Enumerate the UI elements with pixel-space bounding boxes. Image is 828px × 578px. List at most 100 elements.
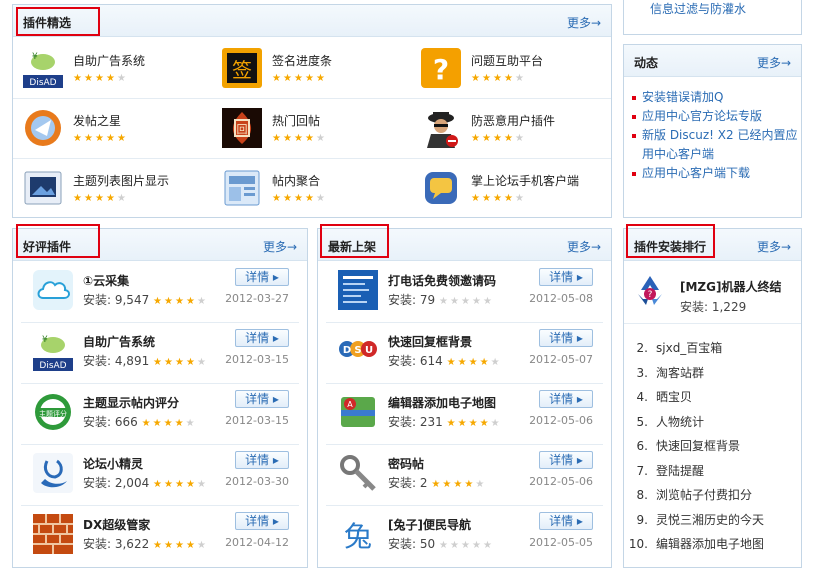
rating-badge-icon: 主题评分	[33, 392, 73, 432]
featured-item-name: 热门回帖	[272, 114, 321, 128]
rank-item[interactable]: 7. 登陆提醒	[624, 459, 801, 484]
good-plugins-more-link[interactable]: 更多→	[263, 238, 297, 255]
plugin-name[interactable]: 论坛小精灵	[83, 455, 143, 472]
plugin-row[interactable]: A 编辑器添加电子地图 安装: 231 ★ ★ ★ ★ ★ 详情 ▸ 2012-05-06	[326, 384, 603, 445]
plugin-name[interactable]: ①云采集	[83, 272, 129, 289]
star-icon: ★	[438, 296, 448, 307]
plugin-name[interactable]: 编辑器添加电子地图	[388, 394, 496, 411]
featured-item[interactable]: ? 问题互助平台 ★ ★ ★ ★ ★	[411, 38, 609, 98]
plugin-row[interactable]: 打电话免费领邀请码 安装: 79 ★ ★ ★ ★ ★ 详情 ▸ 2012-05-08	[326, 262, 603, 323]
install-rank-more-link[interactable]: 更多→	[757, 238, 791, 255]
spy-user-icon	[421, 108, 461, 148]
featured-item[interactable]: 回 热门回帖 ★ ★ ★ ★ ★	[212, 98, 410, 158]
detail-button[interactable]: 详情 ▸	[235, 390, 289, 408]
new-plugins-more-link[interactable]: 更多→	[567, 238, 601, 255]
rank-name[interactable]: 灵悦三湘历史的今天	[656, 513, 764, 527]
disad-ad-icon: DisAD ¥	[23, 48, 63, 88]
plugin-name[interactable]: 密码帖	[388, 455, 424, 472]
plugin-row[interactable]: 兔 [兔子]便民导航 安装: 50 ★ ★ ★ ★ ★ 详情 ▸ 2012-05-05	[326, 506, 603, 567]
rank-number: 3.	[636, 365, 648, 380]
plugin-install-count: 安装: 3,622 ★ ★ ★ ★ ★	[83, 535, 208, 552]
plugin-name[interactable]: 自助广告系统	[83, 333, 155, 350]
plugin-row[interactable]: 密码帖 安装: 2 ★ ★ ★ ★ ★ 详情 ▸ 2012-05-06	[326, 445, 603, 506]
detail-button[interactable]: 详情 ▸	[235, 329, 289, 347]
rank-number: 9.	[636, 512, 648, 527]
star-icon: ★	[482, 133, 491, 144]
news-item[interactable]: 安装错误请加Q	[632, 88, 798, 107]
rank-item[interactable]: 2. sjxd_百宝箱	[624, 336, 801, 361]
rank-name[interactable]: 登陆提醒	[656, 464, 704, 478]
featured-item[interactable]: DisAD ¥ 自助广告系统 ★ ★ ★ ★ ★	[13, 38, 211, 98]
rank-item[interactable]: 8. 浏览帖子付费扣分	[624, 483, 801, 508]
plugin-name[interactable]: DX超级管家	[83, 516, 150, 533]
star-icon: ★	[471, 193, 480, 204]
star-icon: ★	[197, 296, 207, 307]
featured-item[interactable]: 签签名进度条 ★ ★ ★ ★ ★	[212, 38, 410, 98]
detail-button[interactable]: 详情 ▸	[235, 268, 289, 286]
rank-item[interactable]: 4. 晒宝贝	[624, 385, 801, 410]
detail-button[interactable]: 详情 ▸	[539, 390, 593, 408]
rank-item[interactable]: 3. 淘客站群	[624, 361, 801, 386]
news-item[interactable]: 新版 Discuz! X2 已经内置应用中心客户端	[632, 126, 798, 164]
rank-name[interactable]: 编辑器添加电子地图	[656, 537, 764, 551]
rank-item[interactable]: 5. 人物统计	[624, 410, 801, 435]
rank-name[interactable]: 淘客站群	[656, 366, 704, 380]
rank-name[interactable]: 浏览帖子付费扣分	[656, 488, 752, 502]
star-icon: ★	[504, 133, 513, 144]
plugin-install-count: 安装: 2 ★ ★ ★ ★ ★	[388, 474, 486, 491]
dsu-icon: DSU	[338, 331, 378, 371]
star-icon: ★	[283, 73, 292, 84]
plugin-name[interactable]: 快速回复框背景	[388, 333, 472, 350]
detail-button[interactable]: 详情 ▸	[539, 451, 593, 469]
featured-item[interactable]: 掌上论坛手机客户端 ★ ★ ★ ★ ★	[411, 158, 609, 218]
rank-item[interactable]: 6. 快速回复框背景	[624, 434, 801, 459]
plugin-row[interactable]: 论坛小精灵 安装: 2,004 ★ ★ ★ ★ ★ 详情 ▸ 2012-03-30	[21, 445, 299, 506]
rating-stars: ★ ★ ★ ★ ★	[272, 132, 327, 144]
plugin-row[interactable]: ①云采集 安装: 9,547 ★ ★ ★ ★ ★ 详情 ▸ 2012-03-27	[21, 262, 299, 323]
map-icon: A	[338, 392, 378, 432]
news-item[interactable]: 应用中心官方论坛专版	[632, 107, 798, 126]
plugin-name[interactable]: 主题显示帖内评分	[83, 394, 179, 411]
rank-name[interactable]: 晒宝贝	[656, 390, 692, 404]
svg-text:?: ?	[433, 53, 449, 86]
rank-name[interactable]: 人物统计	[656, 415, 704, 429]
news-more-link[interactable]: 更多→	[757, 54, 791, 71]
featured-item[interactable]: 发帖之星 ★ ★ ★ ★ ★	[13, 98, 211, 158]
plugin-row[interactable]: DX超级管家 安装: 3,622 ★ ★ ★ ★ ★ 详情 ▸ 2012-04-12	[21, 506, 299, 567]
star-icon: ★	[449, 540, 459, 551]
detail-button[interactable]: 详情 ▸	[235, 451, 289, 469]
rank-number: 7.	[636, 463, 648, 478]
plugin-row[interactable]: D S U 快速回复框背景 安装: 614 ★ ★ ★ ★ ★ 详情 ▸ 2012-05-07	[326, 323, 603, 384]
plugin-row[interactable]: DisAD ¥ 自助广告系统 安装: 4,891 ★ ★ ★ ★ ★ 详情 ▸ 2012-03-1…	[21, 323, 299, 384]
star-icon: ★	[446, 418, 456, 429]
news-item[interactable]: 应用中心客户端下载	[632, 164, 798, 183]
featured-item[interactable]: 帖内聚合 ★ ★ ★ ★ ★	[212, 158, 410, 218]
svg-text:回: 回	[237, 123, 248, 136]
star-icon: ★	[283, 193, 292, 204]
install-rank-top-item[interactable]: ? [MZG]机器人终结 安装: 1,229	[624, 262, 801, 324]
plugin-date: 2012-05-07	[529, 353, 593, 366]
rating-stars: ★ ★ ★ ★ ★	[142, 417, 197, 429]
star-icon: ★	[272, 73, 281, 84]
star-icon: ★	[493, 133, 502, 144]
rank-item[interactable]: 10. 编辑器添加电子地图	[624, 532, 801, 557]
plugin-name[interactable]: 打电话免费领邀请码	[388, 272, 496, 289]
star-icon: ★	[164, 296, 174, 307]
detail-button[interactable]: 详情 ▸	[539, 329, 593, 347]
detail-button[interactable]: 详情 ▸	[539, 268, 593, 286]
detail-button[interactable]: 详情 ▸	[235, 512, 289, 530]
star-icon: ★	[197, 479, 207, 490]
top-link[interactable]: 信息过滤与防灌水	[650, 0, 746, 17]
detail-button[interactable]: 详情 ▸	[539, 512, 593, 530]
rank-name[interactable]: 快速回复框背景	[656, 439, 740, 453]
star-icon: ★	[175, 357, 185, 368]
plugin-name[interactable]: [兔子]便民导航	[388, 516, 471, 533]
featured-item[interactable]: 主题列表图片显示 ★ ★ ★ ★ ★	[13, 158, 211, 218]
rank-item[interactable]: 9. 灵悦三湘历史的今天	[624, 508, 801, 533]
rank-name[interactable]: sjxd_百宝箱	[656, 341, 722, 355]
featured-more-link[interactable]: 更多→	[567, 14, 601, 31]
featured-item[interactable]: 防恶意用户插件 ★ ★ ★ ★ ★	[411, 98, 609, 158]
rating-stars: ★ ★ ★ ★ ★	[272, 192, 327, 204]
plugin-row[interactable]: 主题评分 主题显示帖内评分 安装: 666 ★ ★ ★ ★ ★ 详情 ▸ 2012-03-15	[21, 384, 299, 445]
svg-text:DisAD: DisAD	[39, 361, 66, 371]
